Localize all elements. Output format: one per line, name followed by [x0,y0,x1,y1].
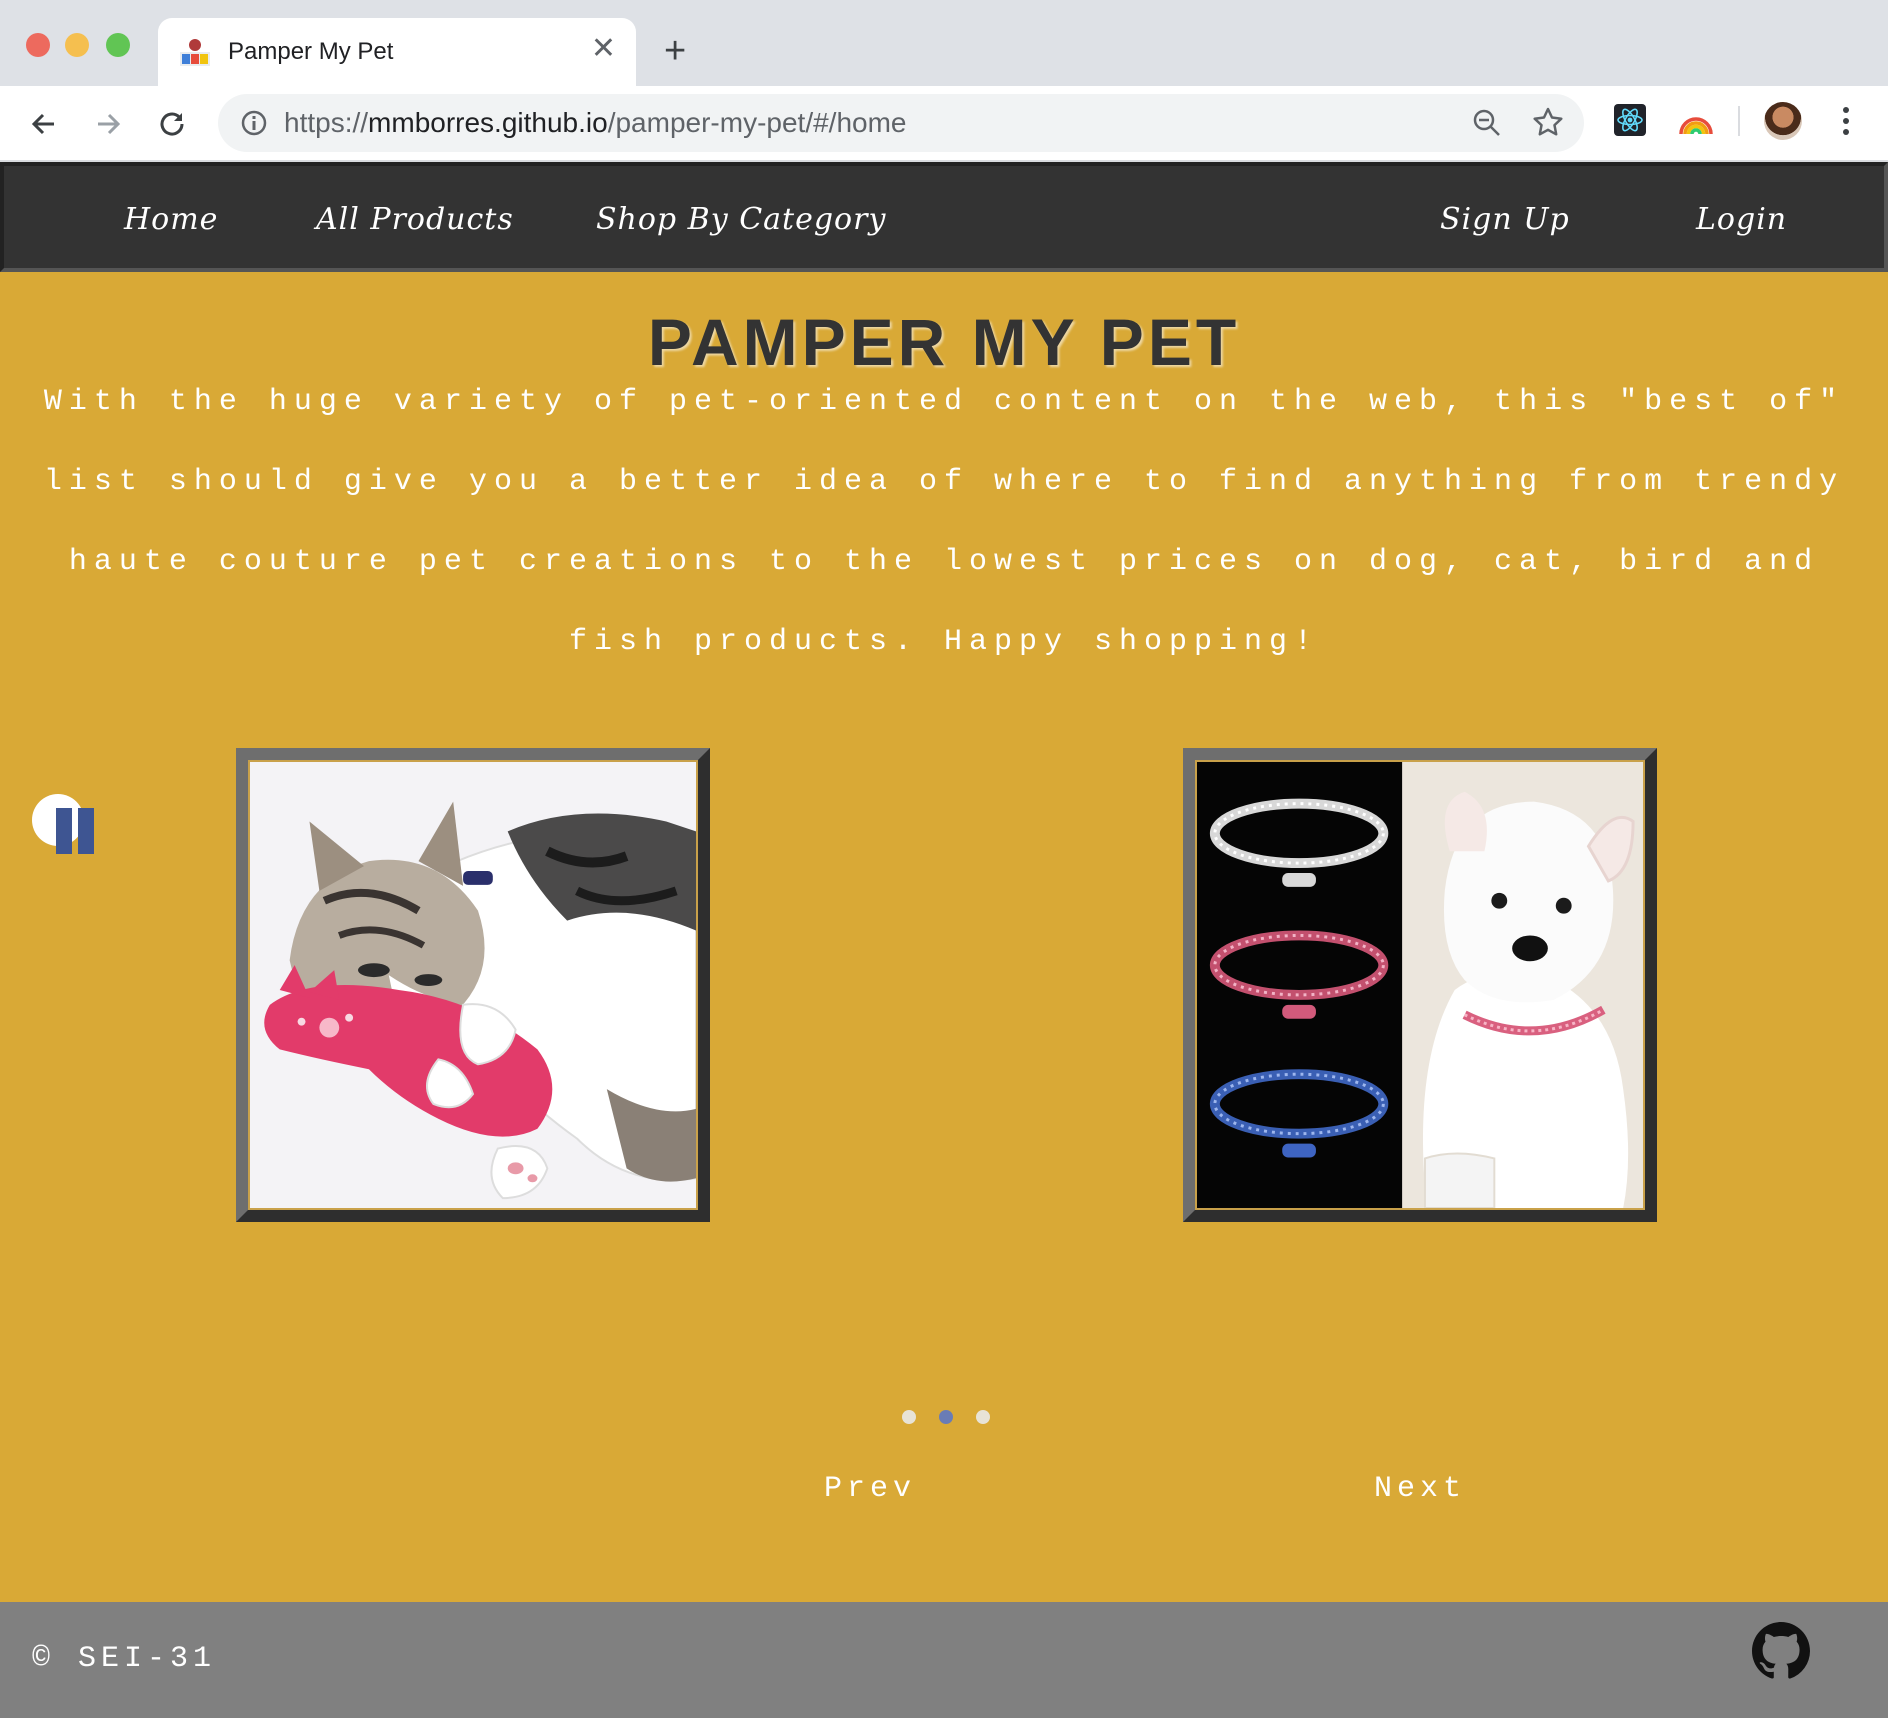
toolbar-separator [1738,106,1740,136]
site-navigation: Home All Products Shop By Category Sign … [0,162,1888,272]
carousel-indicator-dot-active[interactable] [939,1410,953,1424]
url-path: /pamper-my-pet/#/home [607,107,907,138]
pause-icon-bar [78,808,94,854]
copyright-text: © SEI-31 [32,1642,217,1676]
pause-icon [56,808,72,854]
cat-with-toy-photo [248,760,698,1210]
new-tab-button[interactable]: + [664,32,686,70]
zoom-out-icon[interactable] [1472,108,1502,138]
carousel-indicator-dot[interactable] [976,1410,990,1424]
forward-arrow-icon[interactable] [92,108,124,140]
profile-avatar[interactable] [1764,102,1802,140]
browser-menu-icon[interactable] [1836,104,1856,138]
nav-link-home[interactable]: Home [124,202,218,237]
carousel-image-frame [1183,748,1657,1222]
url-host: mmborres.github.io [368,107,608,138]
carousel-image-frame [236,748,710,1222]
tab-close-icon[interactable]: ✕ [591,34,616,64]
intro-paragraph: With the huge variety of pet-oriented co… [43,385,1845,659]
browser-tab-bar: Pamper My Pet ✕ + [0,0,1888,86]
dog-collar-photo [1195,760,1645,1210]
nav-link-login[interactable]: Login [1696,202,1787,237]
react-devtools-extension-icon[interactable] [1614,104,1646,136]
window-close-button[interactable] [26,33,50,57]
prev-button[interactable]: Prev [824,1472,916,1506]
nav-link-all-products[interactable]: All Products [316,202,514,237]
site-footer: © SEI-31 [0,1602,1888,1718]
carousel-indicator-dot[interactable] [902,1410,916,1424]
window-maximize-button[interactable] [106,33,130,57]
browser-tab[interactable]: Pamper My Pet ✕ [158,18,636,86]
url-scheme: https:// [284,107,369,138]
nav-link-shop-by-category[interactable]: Shop By Category [596,202,886,237]
browser-toolbar: https://mmborres.github.io/pamper-my-pet… [0,86,1888,162]
address-bar[interactable]: https://mmborres.github.io/pamper-my-pet… [218,94,1584,152]
carousel-pause-button[interactable] [32,794,96,858]
github-icon[interactable] [1752,1622,1810,1680]
tab-title: Pamper My Pet [228,38,394,65]
next-button[interactable]: Next [1374,1472,1466,1506]
rainbow-extension-icon[interactable] [1678,104,1714,140]
reload-icon[interactable] [156,108,188,140]
info-icon[interactable] [240,109,268,137]
nav-link-sign-up[interactable]: Sign Up [1440,202,1570,237]
favicon-icon [180,39,210,66]
bookmark-star-icon[interactable] [1532,106,1564,138]
url-text: https://mmborres.github.io/pamper-my-pet… [284,107,907,139]
window-minimize-button[interactable] [65,33,89,57]
main-content: PAMPER MY PET With the huge variety of p… [0,272,1888,1602]
back-arrow-icon[interactable] [28,108,60,140]
